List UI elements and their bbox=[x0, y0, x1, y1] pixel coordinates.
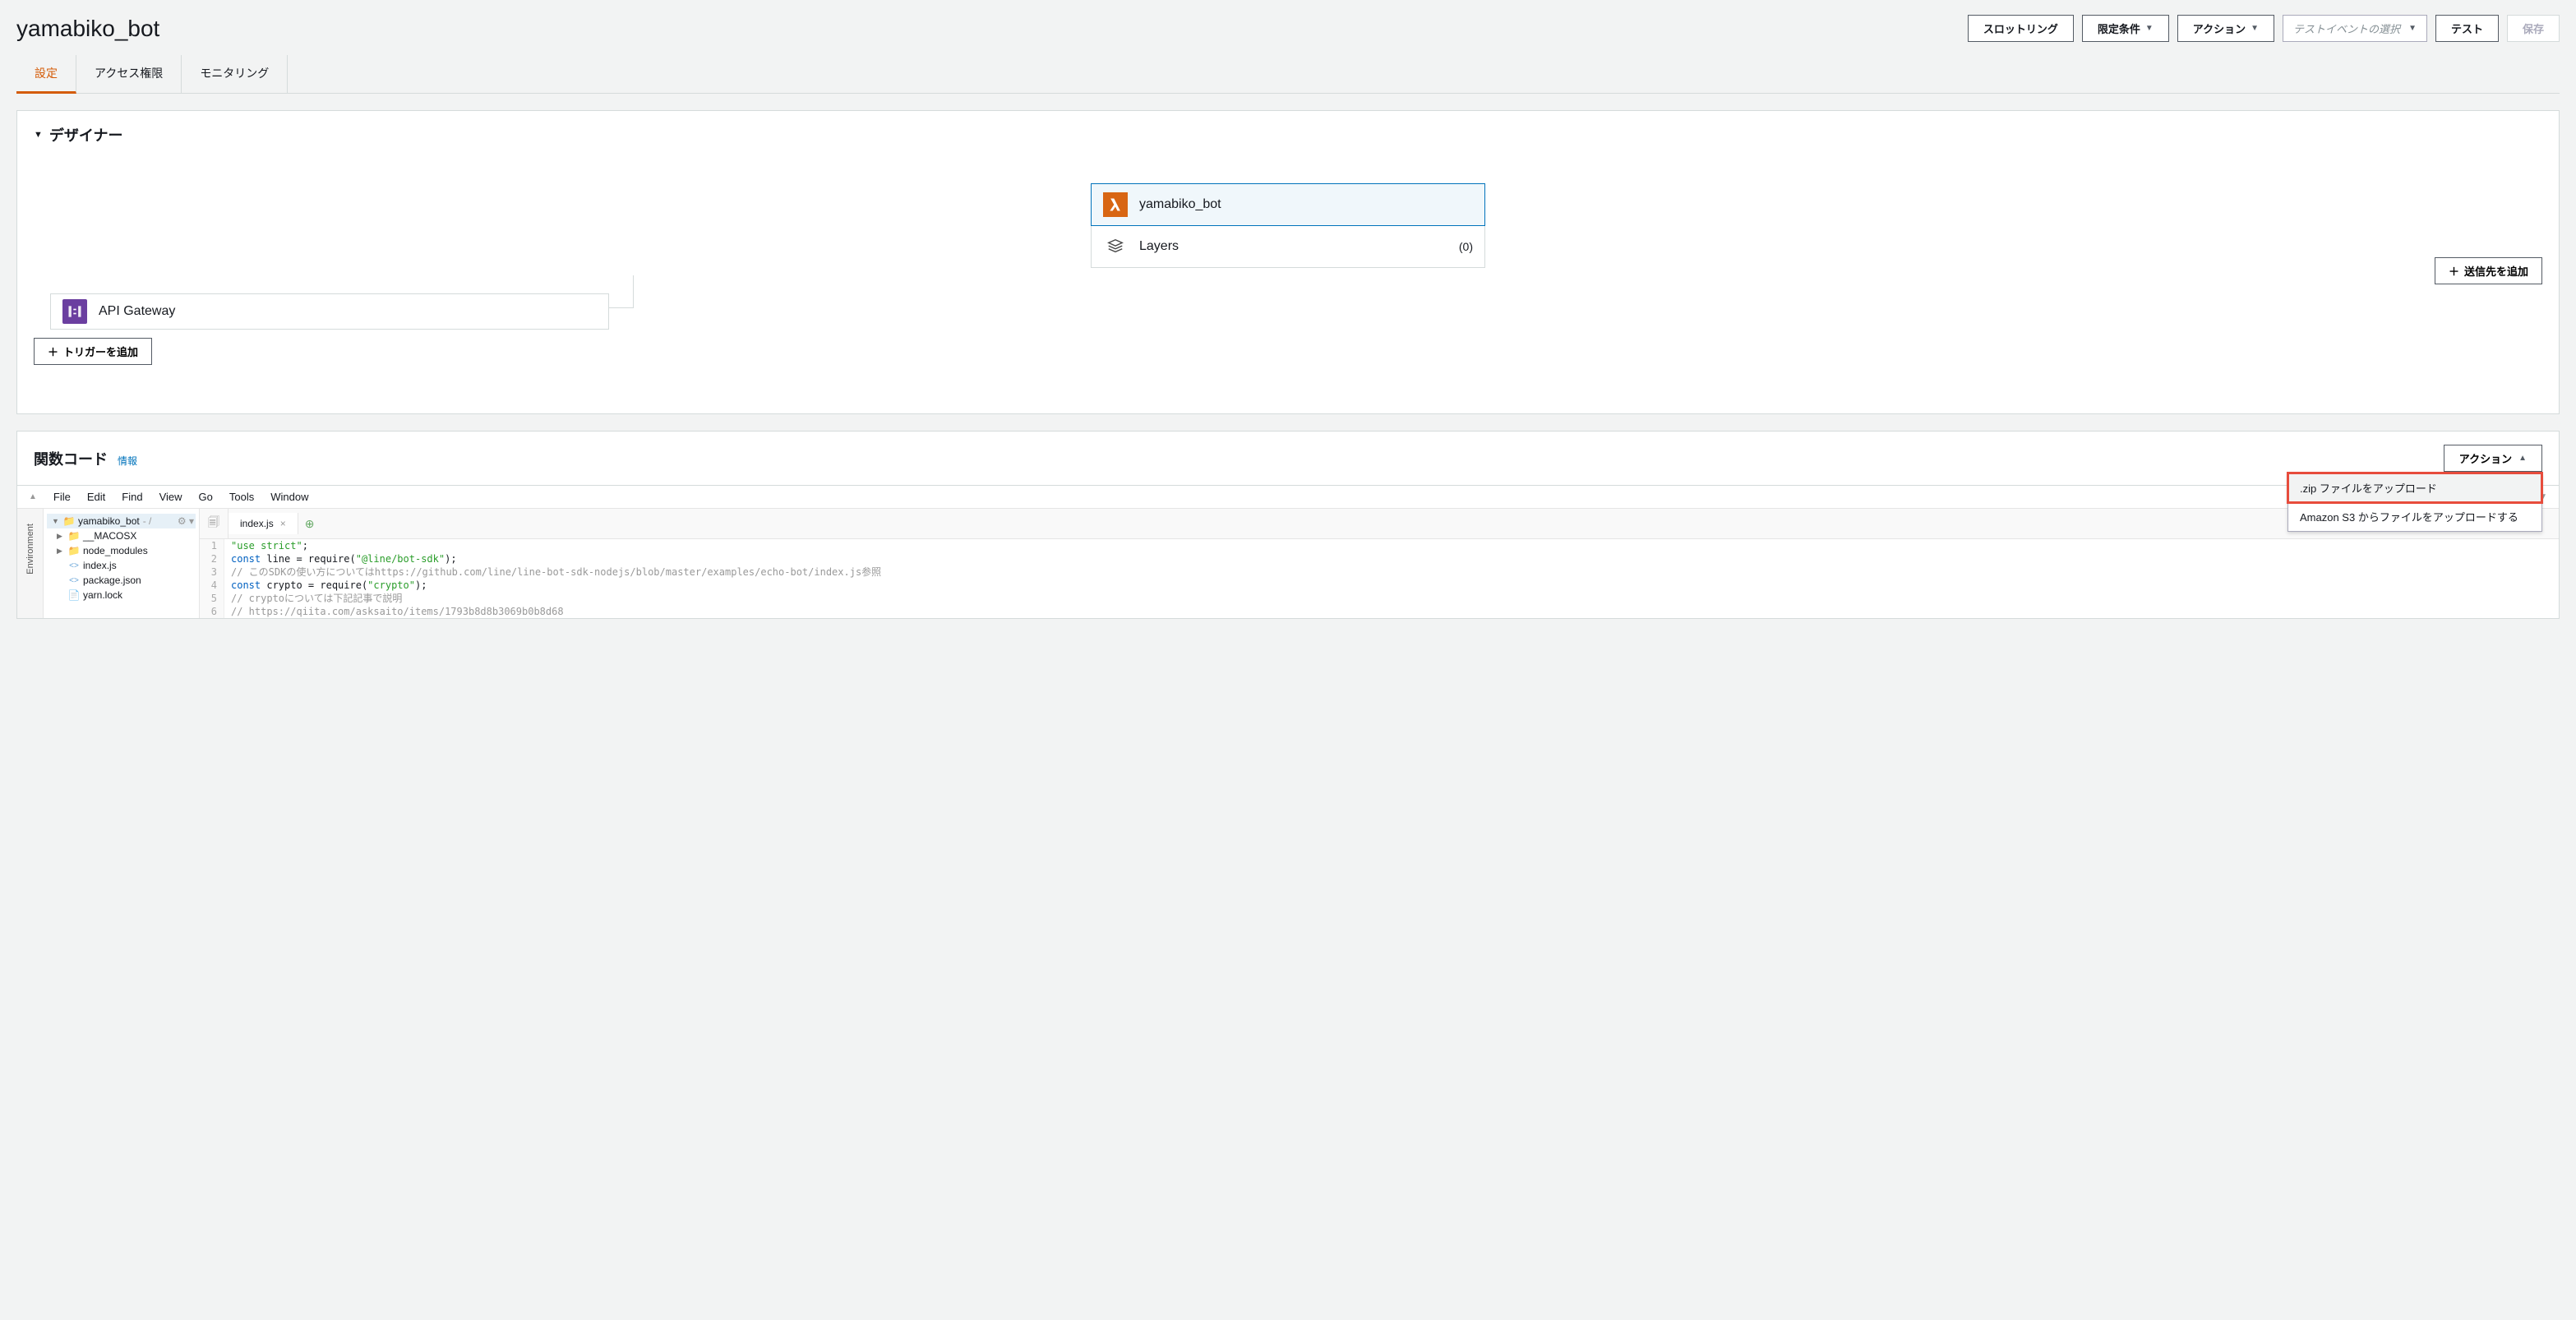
chevron-right-icon: ▶ bbox=[57, 547, 65, 556]
ide: ▲ File Edit Find View Go Tools Window Sa… bbox=[17, 485, 2559, 618]
layers-count: (0) bbox=[1459, 240, 1473, 253]
lambda-icon bbox=[1103, 192, 1128, 217]
ide-menu-tools[interactable]: Tools bbox=[229, 491, 254, 503]
readonly-icon[interactable]: 🗐 bbox=[200, 509, 229, 538]
layers-label: Layers bbox=[1139, 239, 1179, 254]
ide-menu-file[interactable]: File bbox=[53, 491, 71, 503]
qualifiers-button[interactable]: 限定条件▼ bbox=[2082, 15, 2169, 42]
code-title: 関数コード bbox=[34, 448, 108, 469]
caret-down-icon: ▼ bbox=[2408, 24, 2417, 33]
tree-folder-node-modules[interactable]: ▶ 📁 node_modules bbox=[47, 543, 196, 558]
test-button[interactable]: テスト bbox=[2435, 15, 2499, 42]
save-button[interactable]: 保存 bbox=[2507, 15, 2560, 42]
tab-settings[interactable]: 設定 bbox=[16, 55, 76, 94]
designer-header[interactable]: ▼ デザイナー bbox=[17, 111, 2559, 159]
folder-icon: 📁 bbox=[68, 546, 80, 556]
ide-sidebar: Environment bbox=[17, 509, 44, 618]
add-destination-button[interactable]: ＋ 送信先を追加 bbox=[2435, 257, 2542, 284]
json-file-icon: <> bbox=[68, 575, 80, 585]
trigger-label: API Gateway bbox=[99, 304, 175, 319]
ide-menu-find[interactable]: Find bbox=[122, 491, 142, 503]
layers-card[interactable]: Layers (0) bbox=[1091, 226, 1485, 268]
ide-menu-view[interactable]: View bbox=[159, 491, 182, 503]
function-name: yamabiko_bot bbox=[16, 16, 159, 42]
tree-file-index[interactable]: <> index.js bbox=[47, 558, 196, 573]
layers-icon bbox=[1103, 234, 1128, 259]
file-icon: 📄 bbox=[68, 590, 80, 600]
environment-tab[interactable]: Environment bbox=[25, 517, 35, 581]
tree-folder-macosx[interactable]: ▶ 📁 __MACOSX bbox=[47, 528, 196, 543]
js-file-icon: <> bbox=[68, 561, 80, 570]
code-actions-menu: .zip ファイルをアップロード Amazon S3 からファイルをアップロード… bbox=[2287, 473, 2542, 532]
main-tabs: 設定 アクセス権限 モニタリング bbox=[16, 55, 2560, 94]
plus-icon: ＋ bbox=[48, 344, 58, 359]
ide-menubar: ▲ File Edit Find View Go Tools Window Sa… bbox=[17, 486, 2559, 509]
tree-file-package[interactable]: <> package.json bbox=[47, 573, 196, 588]
folder-icon: 📁 bbox=[63, 516, 75, 526]
caret-up-icon[interactable]: ▲ bbox=[29, 492, 37, 501]
caret-down-icon: ▼ bbox=[2251, 24, 2259, 33]
tree-file-yarn[interactable]: 📄 yarn.lock bbox=[47, 588, 196, 602]
chevron-right-icon: ▶ bbox=[57, 532, 65, 541]
file-tree: ▼ 📁 yamabiko_bot - / ⚙ ▾ ▶ 📁 __MACOSX ▶ … bbox=[44, 509, 200, 618]
gear-icon[interactable]: ⚙ ▾ bbox=[178, 515, 194, 527]
tab-monitoring[interactable]: モニタリング bbox=[182, 55, 288, 93]
ide-menu-window[interactable]: Window bbox=[270, 491, 308, 503]
throttling-button[interactable]: スロットリング bbox=[1968, 15, 2074, 42]
plus-icon: ＋ bbox=[2449, 263, 2459, 279]
designer-panel: ▼ デザイナー yamabiko_bot Layers bbox=[16, 110, 2560, 414]
function-code-panel: 関数コード 情報 アクション ▲ .zip ファイルをアップロード Amazon… bbox=[16, 431, 2560, 619]
info-link[interactable]: 情報 bbox=[118, 454, 137, 468]
code-actions-button[interactable]: アクション ▲ bbox=[2444, 445, 2542, 472]
chevron-down-icon: ▼ bbox=[52, 517, 60, 525]
api-gateway-icon bbox=[62, 299, 87, 324]
function-card[interactable]: yamabiko_bot bbox=[1091, 183, 1485, 226]
menu-upload-s3[interactable]: Amazon S3 からファイルをアップロードする bbox=[2288, 502, 2541, 531]
close-icon[interactable]: × bbox=[280, 518, 286, 529]
collapse-icon: ▼ bbox=[34, 130, 43, 140]
designer-title: デザイナー bbox=[49, 124, 123, 145]
editor: 🗐 index.js × ⊕ 1"use strict";2const line… bbox=[200, 509, 2559, 618]
caret-down-icon: ▼ bbox=[2145, 24, 2154, 33]
test-event-select[interactable]: テストイベントの選択▼ bbox=[2283, 15, 2427, 42]
function-card-label: yamabiko_bot bbox=[1139, 197, 1221, 212]
tree-root[interactable]: ▼ 📁 yamabiko_bot - / ⚙ ▾ bbox=[47, 514, 196, 528]
add-trigger-button[interactable]: ＋ トリガーを追加 bbox=[34, 338, 152, 365]
folder-icon: 📁 bbox=[68, 531, 80, 541]
editor-tab-index[interactable]: index.js × bbox=[229, 513, 298, 534]
actions-button[interactable]: アクション▼ bbox=[2177, 15, 2274, 42]
menu-upload-zip[interactable]: .zip ファイルをアップロード bbox=[2288, 473, 2541, 502]
add-tab-button[interactable]: ⊕ bbox=[298, 514, 321, 534]
trigger-card-api-gateway[interactable]: API Gateway bbox=[50, 293, 609, 330]
tab-permissions[interactable]: アクセス権限 bbox=[76, 55, 182, 93]
ide-menu-go[interactable]: Go bbox=[199, 491, 213, 503]
code-area[interactable]: 1"use strict";2const line = require("@li… bbox=[200, 539, 2559, 618]
caret-up-icon: ▲ bbox=[2518, 454, 2527, 463]
ide-menu-edit[interactable]: Edit bbox=[87, 491, 105, 503]
